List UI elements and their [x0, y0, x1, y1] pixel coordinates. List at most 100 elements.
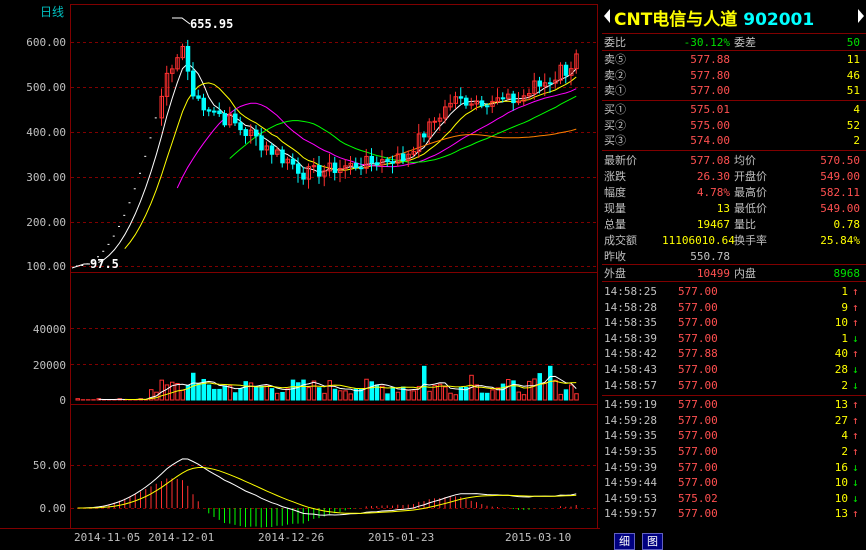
tick-price: 577.00 — [678, 413, 718, 429]
low-price-annotation: 97.5 — [90, 257, 119, 271]
bid-label: 买① — [604, 103, 626, 116]
quote-label: 量比 — [734, 218, 756, 231]
quote-row: 总量19467量比0.78 — [602, 218, 866, 231]
quote-value: 11106010.64 — [662, 234, 730, 247]
tick-time: 14:59:35 — [604, 444, 657, 460]
inner-value: 8968 — [802, 267, 860, 280]
bid-label: 买③ — [604, 134, 626, 147]
tick-row[interactable]: 14:58:43577.0028↓ — [602, 362, 866, 378]
quote-value: 0.78 — [802, 218, 860, 231]
quote-value: 19467 — [662, 218, 730, 231]
quote-row: 幅度4.78%最高价582.11 — [602, 186, 866, 199]
tick-time: 14:59:53 — [604, 491, 657, 507]
tick-price: 577.00 — [678, 397, 718, 413]
candle — [302, 173, 306, 179]
candle — [213, 111, 217, 112]
candle — [538, 81, 542, 86]
bid-price: 575.00 — [662, 119, 730, 132]
quote-label: 最低价 — [734, 202, 767, 215]
tick-volume: 2 — [802, 378, 848, 394]
bid-row[interactable]: 买② 575.00 52 — [602, 119, 866, 132]
candle — [291, 159, 295, 164]
tick-row[interactable]: 14:59:57577.0013↑ — [602, 506, 866, 522]
arrow-down-icon: ↓ — [852, 460, 859, 476]
tick-row[interactable]: 14:58:35577.0010↑ — [602, 315, 866, 331]
ask-price: 577.80 — [662, 69, 730, 82]
ask-row[interactable]: 卖①577.0051 — [602, 84, 866, 97]
arrow-up-icon: ↑ — [852, 315, 859, 331]
arrow-up-icon: ↑ — [852, 428, 859, 444]
tick-price: 577.00 — [678, 506, 718, 522]
tick-volume: 13 — [802, 506, 848, 522]
tab-detail[interactable]: 细 — [614, 533, 635, 550]
candle — [260, 136, 264, 150]
tick-row[interactable]: 14:59:35577.002↑ — [602, 444, 866, 460]
volume-bar — [333, 389, 337, 400]
price-axis-label: 300.00 — [26, 171, 66, 184]
candle — [465, 98, 469, 105]
candle — [281, 150, 285, 163]
bid-row[interactable]: 买③574.002 — [602, 134, 866, 147]
ask-volume: 11 — [802, 53, 860, 66]
tick-time: 14:59:28 — [604, 413, 657, 429]
price-axis-label: 400.00 — [26, 126, 66, 139]
tick-row[interactable]: 14:58:28577.009↑ — [602, 300, 866, 316]
tick-row[interactable]: 14:59:44577.0010↓ — [602, 475, 866, 491]
candle — [239, 123, 243, 130]
volume-bar — [255, 386, 259, 400]
date-label: 2014-11-05 — [74, 531, 140, 544]
candle — [564, 65, 568, 75]
candle — [244, 130, 248, 136]
tick-row[interactable]: 14:59:53575.0210↓ — [602, 491, 866, 507]
arrow-up-icon: ↑ — [852, 413, 859, 429]
tick-volume: 4 — [802, 428, 848, 444]
candle — [459, 97, 463, 98]
date-label: 2014-12-26 — [258, 531, 324, 544]
volume-bar — [564, 390, 568, 400]
tick-volume: 2 — [802, 444, 848, 460]
volume-bar — [213, 389, 217, 400]
volume-bar — [302, 380, 306, 400]
tick-volume: 10 — [802, 315, 848, 331]
outer-inner-row: 外盘 10499 内盘 8968 — [602, 267, 866, 280]
tick-price: 577.00 — [678, 300, 718, 316]
quote-value: 582.11 — [802, 186, 860, 199]
tick-row[interactable]: 14:59:19577.0013↑ — [602, 397, 866, 413]
bid-label: 买② — [604, 119, 626, 132]
quote-label: 开盘价 — [734, 170, 767, 183]
tick-row[interactable]: 14:58:42577.8840↑ — [602, 346, 866, 362]
candle — [512, 94, 516, 102]
tick-row[interactable]: 14:58:25577.001↑ — [602, 284, 866, 300]
tick-time: 14:59:44 — [604, 475, 657, 491]
candle — [207, 110, 211, 111]
quote-label: 现量 — [604, 202, 626, 215]
candle — [197, 96, 201, 98]
quote-value: 13 — [662, 202, 730, 215]
tick-row[interactable]: 14:59:35577.004↑ — [602, 428, 866, 444]
ask-label: 卖⑤ — [604, 53, 626, 66]
bid-volume: 2 — [802, 134, 860, 147]
tick-row[interactable]: 14:58:57577.002↓ — [602, 378, 866, 394]
tick-price: 577.00 — [678, 362, 718, 378]
prev-stock-arrow-icon[interactable] — [604, 9, 610, 23]
tab-chart[interactable]: 图 — [642, 533, 663, 550]
stock-code: 902001 — [743, 10, 814, 30]
tick-time: 14:58:28 — [604, 300, 657, 316]
bid-row[interactable]: 买①575.014 — [602, 103, 866, 116]
bid-volume: 52 — [802, 119, 860, 132]
tick-price: 577.00 — [678, 428, 718, 444]
ask-row[interactable]: 卖②577.8046 — [602, 69, 866, 82]
tick-row[interactable]: 14:59:39577.0016↓ — [602, 460, 866, 476]
kline-chart[interactable]: 日线 600.00 500.00 400.00 300.00 200.00 10… — [0, 0, 600, 549]
tick-row[interactable]: 14:58:39577.001↓ — [602, 331, 866, 347]
volume-bar — [512, 381, 516, 400]
price-axis-label: 600.00 — [26, 36, 66, 49]
volume-bar — [538, 374, 542, 400]
price-axis-label: 500.00 — [26, 81, 66, 94]
stock-title: CNT电信与人道 902001 — [614, 5, 814, 30]
arrow-down-icon: ↓ — [852, 362, 859, 378]
arrow-down-icon: ↓ — [852, 331, 859, 347]
tick-row[interactable]: 14:59:28577.0027↑ — [602, 413, 866, 429]
next-stock-arrow-icon[interactable] — [858, 9, 864, 23]
ask-row[interactable]: 卖⑤577.8811 — [602, 53, 866, 66]
